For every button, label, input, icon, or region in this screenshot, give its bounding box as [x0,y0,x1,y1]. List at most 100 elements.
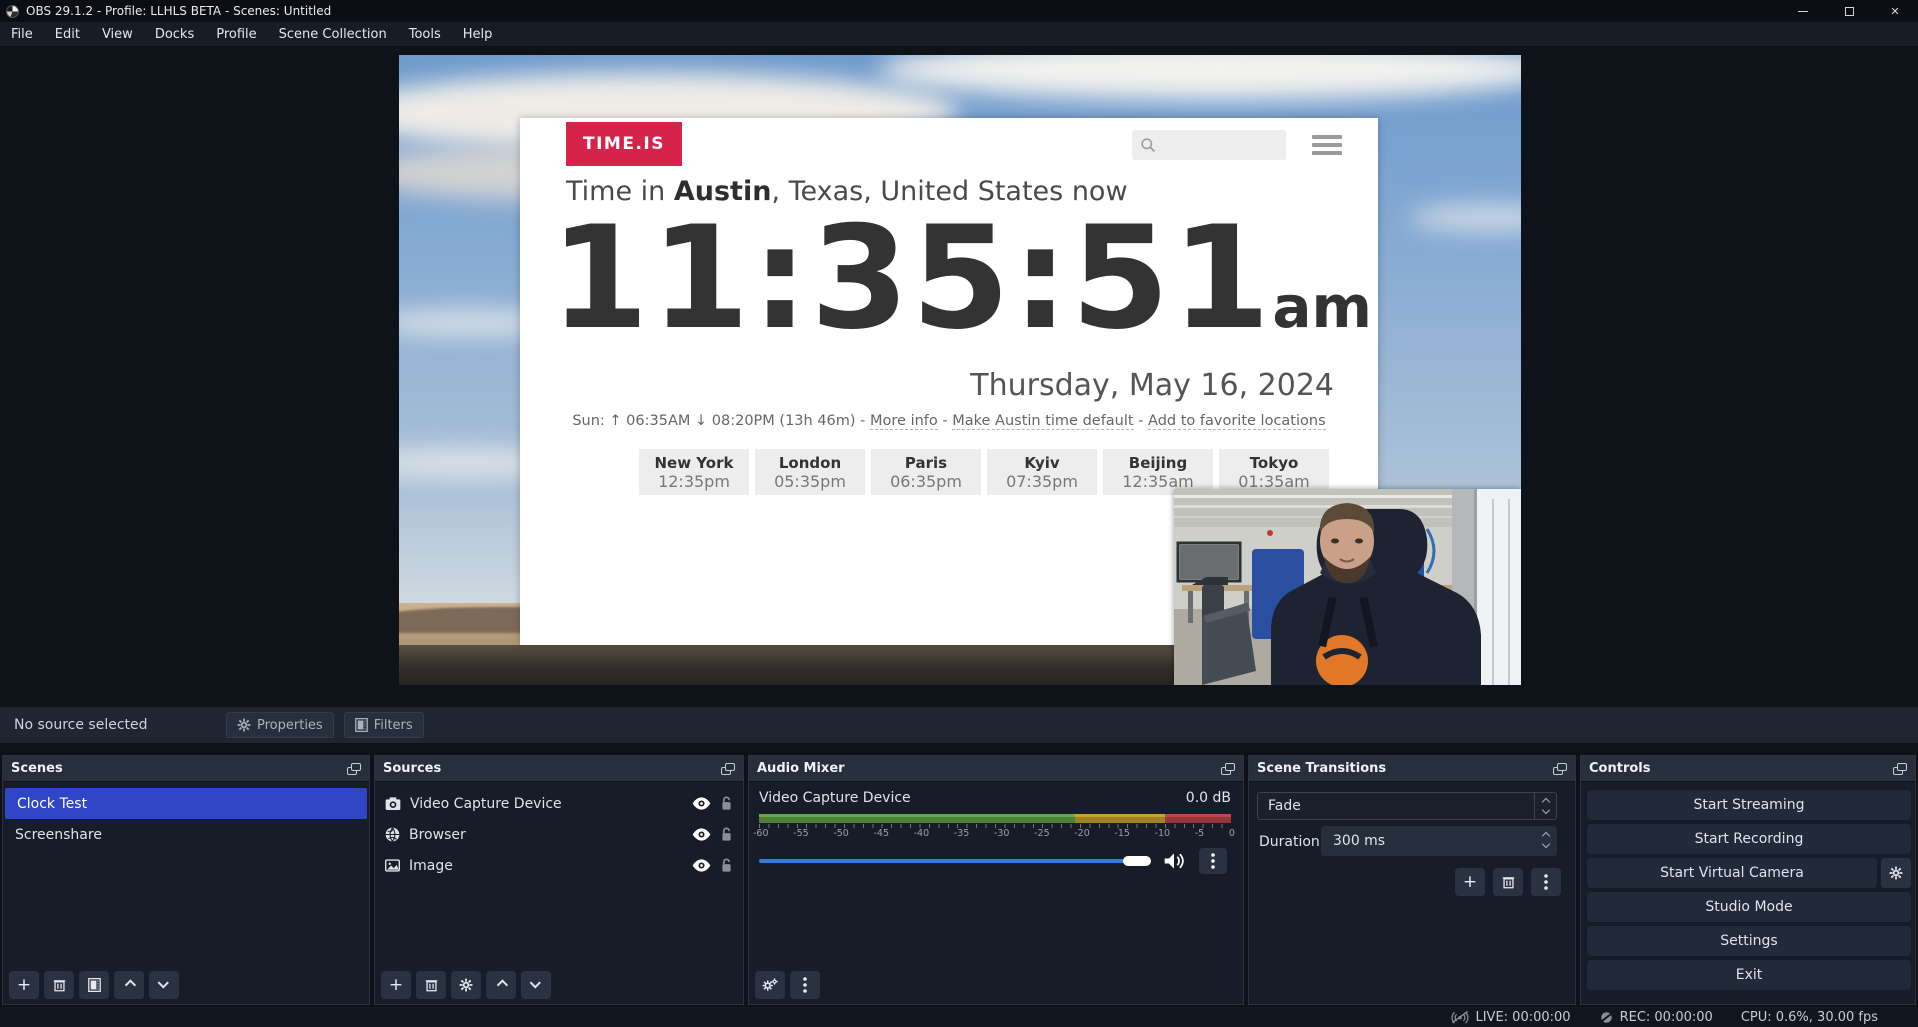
filters-button[interactable]: Filters [344,712,424,738]
visibility-eye-icon[interactable] [692,859,711,872]
scene-filters-button[interactable] [79,971,109,999]
add-source-button[interactable]: + [381,971,411,999]
source-properties-button[interactable] [451,971,481,999]
duration-spinner[interactable] [1535,826,1557,854]
move-scene-up-button[interactable] [114,971,144,999]
popout-icon[interactable] [1553,763,1567,775]
status-bar: LIVE: 00:00:00 REC: 00:00:00 CPU: 0.6%, … [0,1007,1918,1027]
menu-view[interactable]: View [91,22,144,47]
filter-icon [88,978,101,992]
popout-icon[interactable] [721,763,735,775]
webcam-video-overlay [1174,489,1521,685]
maximize-button[interactable] [1826,0,1872,22]
start-virtual-camera-button[interactable]: Start Virtual Camera [1587,858,1877,888]
scenes-dock: Scenes Clock Test Screenshare + [2,755,370,1005]
cloud [879,55,1521,100]
move-source-down-button[interactable] [521,971,551,999]
remove-source-button[interactable] [416,971,446,999]
minimize-button[interactable] [1780,0,1826,22]
volume-slider-handle[interactable] [1123,856,1151,866]
controls-dock-header[interactable]: Controls [1581,756,1915,782]
channel-menu-button[interactable] [1199,848,1227,874]
scene-item-screenshare[interactable]: Screenshare [3,819,369,850]
visibility-eye-icon[interactable] [692,828,711,841]
menu-profile[interactable]: Profile [205,22,267,47]
start-recording-button[interactable]: Start Recording [1587,824,1911,854]
properties-button[interactable]: Properties [226,712,334,738]
preview-canvas[interactable]: TIME.IS Time in Austin, Texas, United St… [399,55,1521,685]
volume-slider[interactable] [759,859,1149,863]
timeis-logo: TIME.IS [566,122,682,166]
sources-dock-header[interactable]: Sources [375,756,743,782]
audio-mixer-dock-header[interactable]: Audio Mixer [749,756,1243,782]
popout-icon[interactable] [347,763,361,775]
menu-docks[interactable]: Docks [144,22,205,47]
unlock-icon[interactable] [720,827,733,842]
scenes-dock-header[interactable]: Scenes [3,756,369,782]
settings-button[interactable]: Settings [1587,926,1911,956]
vertical-dots-icon [803,977,807,993]
transition-menu-button[interactable] [1531,868,1561,896]
transition-select[interactable]: Fade [1257,792,1557,820]
controls-dock: Controls Start Streaming Start Recording… [1580,755,1916,1005]
menu-edit[interactable]: Edit [44,22,91,47]
transitions-dock-header[interactable]: Scene Transitions [1249,756,1575,782]
remove-scene-button[interactable] [44,971,74,999]
vertical-dots-icon [1211,853,1215,869]
volume-meter [759,814,1231,823]
add-scene-button[interactable]: + [9,971,39,999]
popout-icon[interactable] [1221,763,1235,775]
menu-tools[interactable]: Tools [398,22,452,47]
move-source-up-button[interactable] [486,971,516,999]
link-more-info: More info [870,413,938,430]
mixer-menu-button[interactable] [790,971,820,999]
stream-inactive-icon [1451,1010,1469,1024]
speaker-icon[interactable] [1163,852,1185,870]
cloud [1409,205,1521,231]
double-gear-icon [762,978,778,992]
live-status: LIVE: 00:00:00 [1451,1010,1570,1025]
meter-tick-labels: -60-55-50-45-40-35-30-25-20-15-10-50 [753,828,1235,839]
transitions-buttons: + [1455,868,1561,896]
obs-logo-icon [6,5,19,18]
remove-transition-button[interactable] [1493,868,1523,896]
clock-time: 11:35:51 [550,196,1272,361]
menu-help[interactable]: Help [452,22,504,47]
virtual-camera-config-button[interactable] [1881,858,1911,888]
sources-toolbar: + [381,971,551,999]
add-transition-button[interactable]: + [1455,868,1485,896]
duration-spinbox[interactable]: 300 ms [1321,826,1557,856]
vertical-dots-icon [1544,874,1548,890]
search-icon [1140,137,1157,154]
studio-mode-button[interactable]: Studio Mode [1587,892,1911,922]
city-new-york: New York 12:35pm [639,449,749,495]
sun-times: Sun: ↑ 06:35AM ↓ 08:20PM (13h 46m) [572,413,855,429]
gear-icon [1889,866,1903,880]
source-row-browser[interactable]: Browser [375,819,743,850]
advanced-audio-button[interactable] [755,971,785,999]
close-button[interactable]: ✕ [1872,0,1918,22]
menu-file[interactable]: File [0,22,44,47]
popout-icon[interactable] [1893,763,1907,775]
filter-icon [355,718,368,732]
big-clock: 11:35:51am [550,204,1350,353]
start-streaming-button[interactable]: Start Streaming [1587,790,1911,820]
unlock-icon[interactable] [720,858,733,873]
visibility-eye-icon[interactable] [692,797,711,810]
mixer-level-db: 0.0 dB [1186,790,1231,806]
move-scene-down-button[interactable] [149,971,179,999]
scene-item-clock-test[interactable]: Clock Test [5,788,367,819]
trash-icon [1502,875,1515,889]
select-spinner[interactable] [1534,793,1556,819]
exit-button[interactable]: Exit [1587,960,1911,990]
menu-scene-collection[interactable]: Scene Collection [268,22,398,47]
source-row-video-capture[interactable]: Video Capture Device [375,788,743,819]
link-add-favorite: Add to favorite locations [1148,413,1326,430]
webcam-scene [1174,489,1521,685]
no-source-label: No source selected [14,717,214,733]
unlock-icon[interactable] [720,796,733,811]
mixer-channel-name: Video Capture Device [759,790,911,806]
source-row-image[interactable]: Image [375,850,743,881]
scenes-toolbar: + [9,971,179,999]
timeis-search-box [1132,130,1286,160]
